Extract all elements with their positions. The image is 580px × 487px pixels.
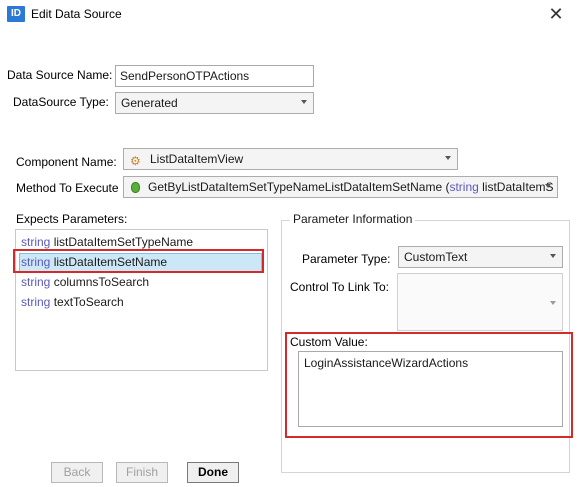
param-type: string [21,275,51,289]
component-name-value: ListDataItemView [150,152,244,166]
control-to-link-select[interactable] [397,273,563,331]
data-source-type-select[interactable]: Generated [115,92,314,114]
chevron-down-icon [550,254,556,258]
selected-parameter-highlight [13,249,264,273]
data-source-type-value: Generated [121,96,178,110]
data-source-type-label: DataSource Type: [13,95,109,109]
chevron-down-icon [545,184,551,188]
chevron-down-icon [445,156,451,160]
close-icon[interactable]: ✕ [544,3,568,25]
list-item[interactable]: string listDataItemSetTypeName [21,235,193,249]
param-name: listDataItemSetTypeName [53,235,194,249]
method-value-tail: listDataItemS [478,180,554,194]
data-source-name-label: Data Source Name: [7,68,113,82]
list-item[interactable]: string textToSearch [21,295,124,309]
chevron-down-icon [550,301,556,305]
expects-parameters-label: Expects Parameters: [16,212,128,226]
method-gem-icon [131,182,140,193]
parameter-information-title: Parameter Information [290,212,416,226]
custom-value-highlight [285,332,573,438]
param-type: string [21,235,51,249]
param-name: columnsToSearch [53,275,150,289]
param-type: string [21,295,51,309]
param-name: textToSearch [53,295,124,309]
window-title: Edit Data Source [31,7,122,21]
method-select[interactable]: GetByListDataItemSetTypeNameListDataItem… [123,176,558,198]
chevron-down-icon [301,100,307,104]
component-name-select[interactable]: ⚙ ListDataItemView [123,148,458,170]
done-button[interactable]: Done [187,462,239,483]
method-value-keyword: string [449,180,479,194]
component-name-label: Component Name: [16,155,117,169]
finish-button[interactable]: Finish [116,462,168,483]
data-source-name-input[interactable]: SendPersonOTPActions [115,65,314,87]
title-bar: ID Edit Data Source ✕ [0,0,580,30]
list-item[interactable]: string columnsToSearch [21,275,149,289]
parameter-type-value: CustomText [404,250,468,264]
parameter-type-select[interactable]: CustomText [398,246,563,268]
component-icon: ⚙ [130,154,141,168]
method-value: GetByListDataItemSetTypeNameListDataItem… [148,180,450,194]
back-button[interactable]: Back [51,462,103,483]
parameter-type-label: Parameter Type: [302,252,391,266]
app-icon: ID [7,6,25,22]
method-label: Method To Execute [16,181,119,195]
control-to-link-label: Control To Link To: [290,280,389,294]
